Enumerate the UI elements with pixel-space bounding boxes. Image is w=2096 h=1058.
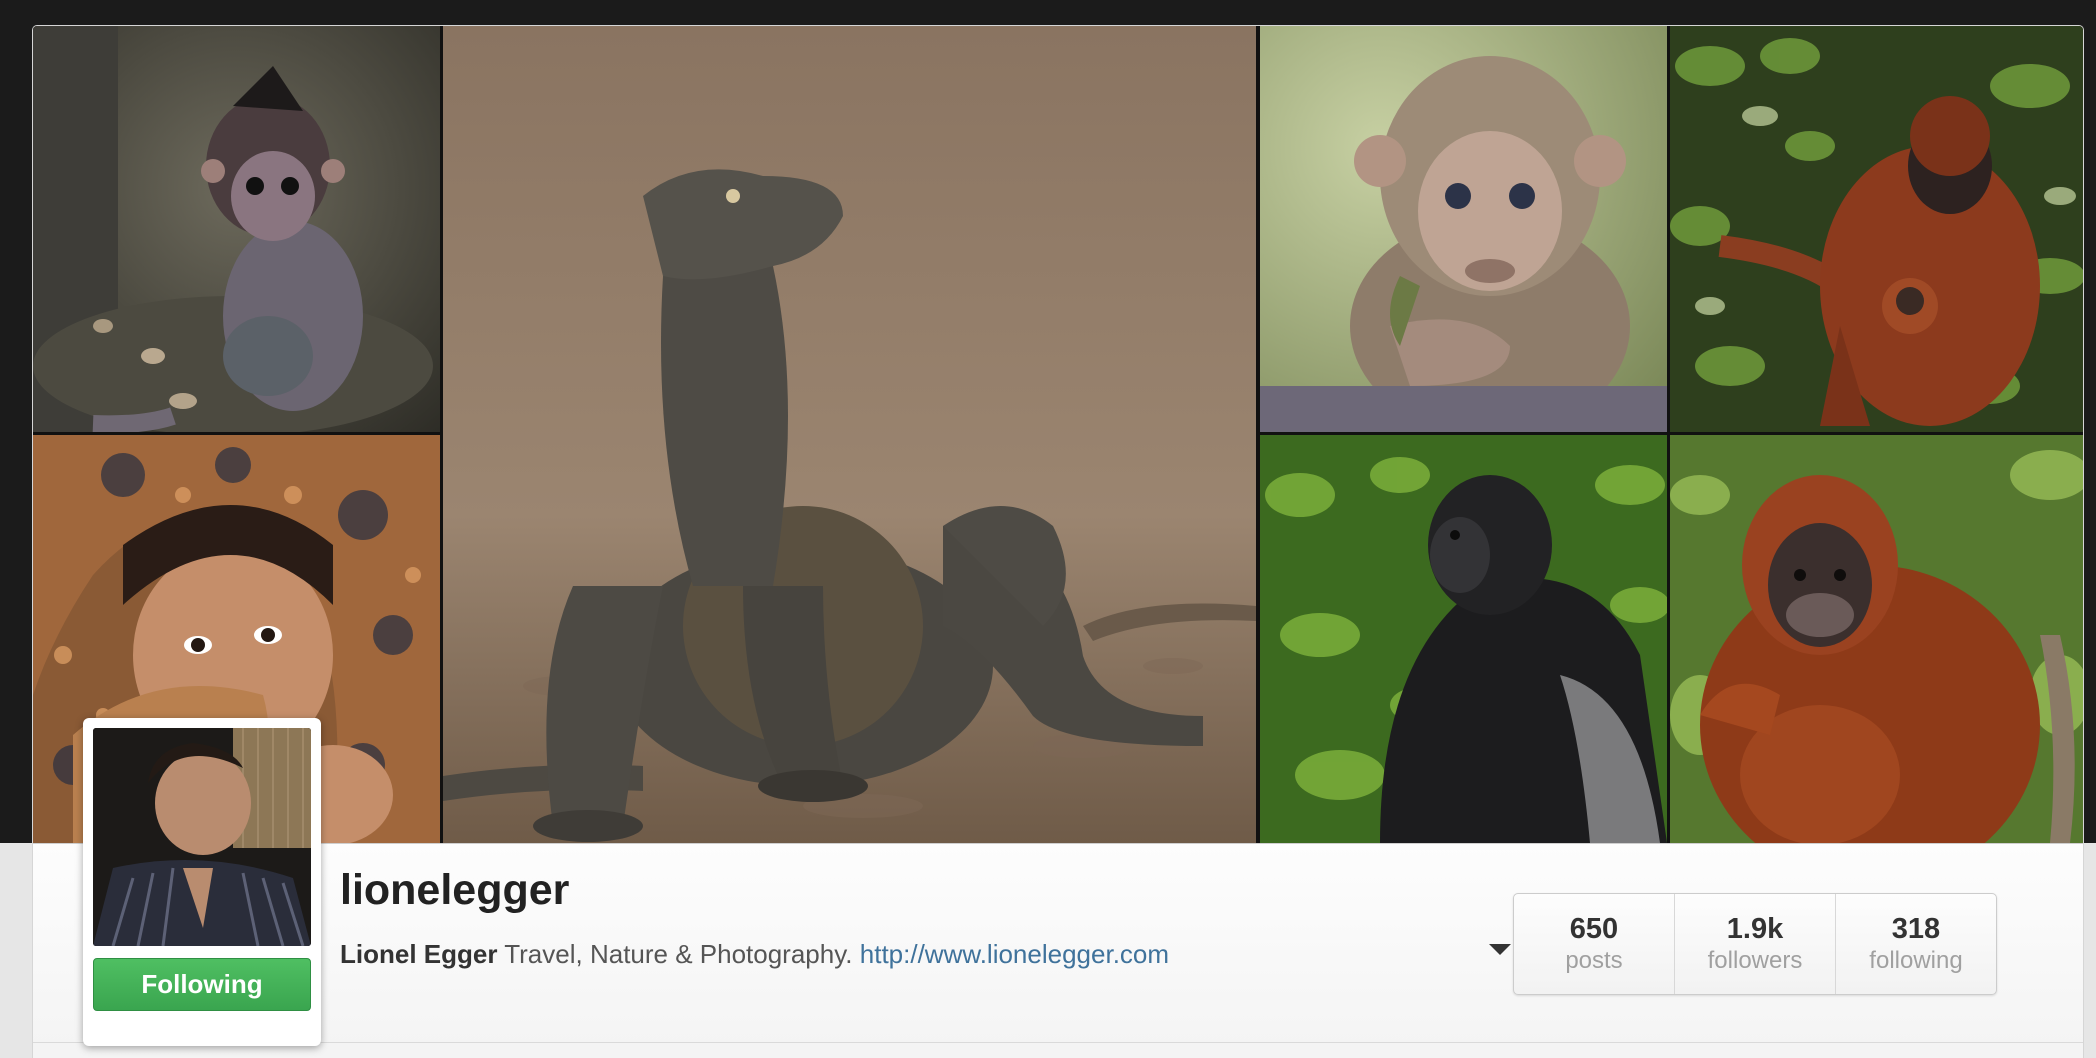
photo-mosaic xyxy=(33,26,2083,843)
photo-macaque-leaf[interactable] xyxy=(1260,26,1667,432)
options-dropdown[interactable] xyxy=(1485,938,1515,960)
profile-bio: Lionel Egger Travel, Nature & Photograph… xyxy=(340,939,1169,970)
profile-stats: 650 posts 1.9k followers 318 following xyxy=(1513,893,1997,995)
photo-komodo-dragon[interactable] xyxy=(443,26,1256,843)
photo-gorilla[interactable] xyxy=(1260,435,1667,843)
avatar[interactable] xyxy=(93,728,311,946)
photo-orangutan-sitting[interactable] xyxy=(1670,435,2083,843)
photo-orangutan-mother[interactable] xyxy=(1670,26,2083,432)
stat-followers[interactable]: 1.9k followers xyxy=(1674,894,1835,994)
stat-posts[interactable]: 650 posts xyxy=(1514,894,1674,994)
profile-website-link[interactable]: http://www.lionelegger.com xyxy=(860,939,1169,969)
stat-followers-count: 1.9k xyxy=(1726,913,1784,945)
following-button[interactable]: Following xyxy=(93,958,311,1011)
profile-username: lionelegger xyxy=(340,866,570,914)
profile-page: Following lionelegger Lionel Egger Trave… xyxy=(0,0,2096,1058)
profile-full-name: Lionel Egger xyxy=(340,939,498,969)
profile-bar-divider xyxy=(33,1042,2083,1043)
photo-baby-macaque[interactable] xyxy=(33,26,440,432)
stat-following[interactable]: 318 following xyxy=(1835,894,1996,994)
avatar-card: Following xyxy=(83,718,321,1046)
stat-posts-count: 650 xyxy=(1569,913,1619,945)
stat-posts-label: posts xyxy=(1565,947,1623,974)
stat-following-count: 318 xyxy=(1891,913,1941,945)
stat-followers-label: followers xyxy=(1707,947,1803,974)
stat-following-label: following xyxy=(1869,947,1963,974)
caret-down-icon xyxy=(1489,944,1511,955)
profile-bio-text: Travel, Nature & Photography. xyxy=(504,939,853,969)
